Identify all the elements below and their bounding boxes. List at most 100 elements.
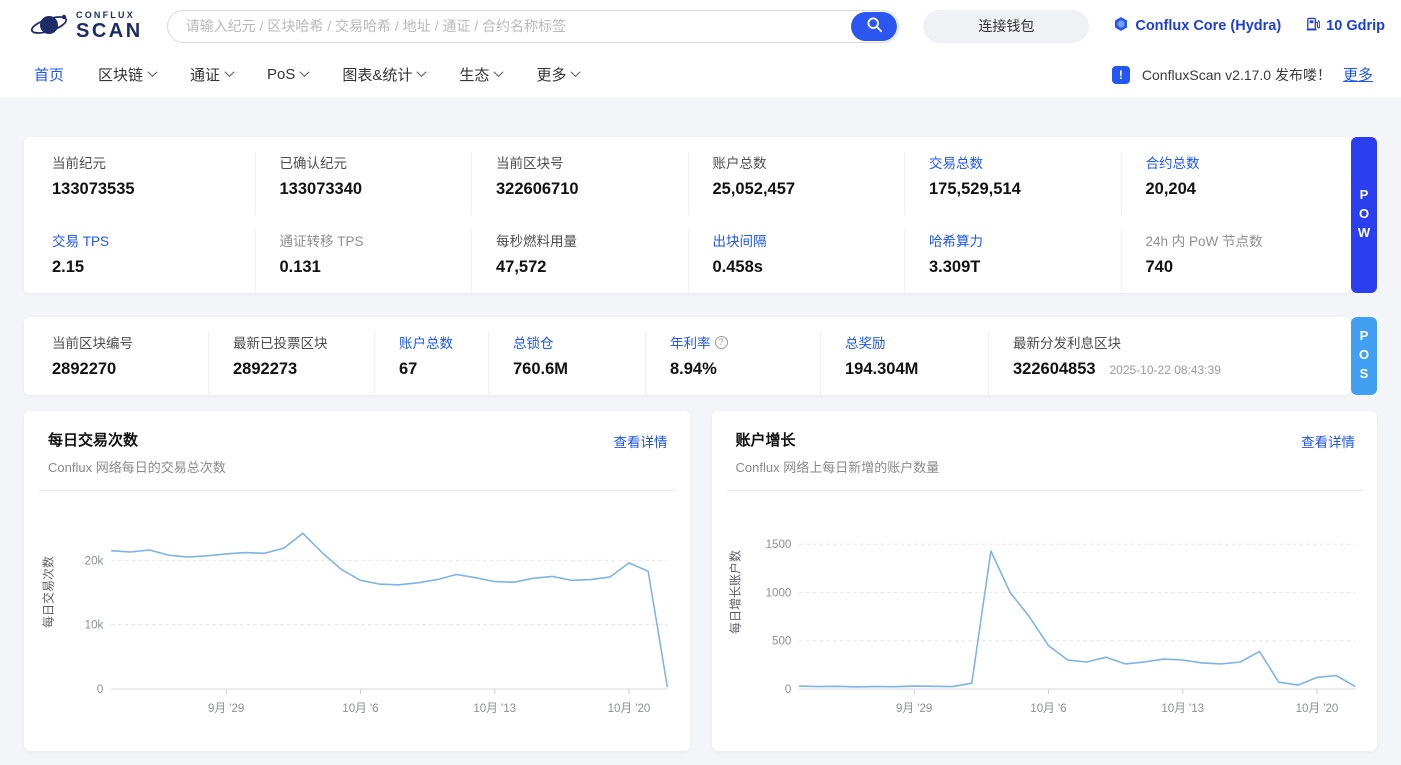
view-details-link[interactable]: 查看详情: [1301, 431, 1355, 451]
stat-label: 已确认纪元: [279, 156, 348, 171]
y-axis-label: 每日交易次数: [41, 556, 56, 629]
nav-item-pos[interactable]: PoS: [267, 66, 310, 83]
svg-text:10月 '20: 10月 '20: [1296, 702, 1339, 715]
search-button[interactable]: [851, 11, 898, 41]
stat-value: 2.15: [52, 258, 85, 276]
gas-pump-icon: [1305, 16, 1321, 36]
svg-text:20k: 20k: [85, 554, 104, 567]
stat-label-link[interactable]: 总奖励: [845, 332, 988, 352]
stat-label: 当前区块号: [496, 156, 564, 171]
announcement-text[interactable]: ConfluxScan v2.17.0 发布喽！: [1142, 65, 1331, 85]
connect-wallet-button[interactable]: 连接钱包: [923, 9, 1090, 43]
pos-last-interest-distribution-block: 最新分发利息区块 322604853 2025-10-22 08:43:39: [988, 332, 1337, 395]
daily-transactions-line-chart: 0 10k 20k 9月 '29 10月 '6 10月 '13 10月 '20: [85, 532, 669, 715]
chevron-down-icon: [493, 66, 504, 77]
stat-transaction-tps: 交易 TPS 2.15: [38, 230, 255, 293]
conflux-network-icon: [1113, 16, 1129, 36]
stat-label: 最新分发利息区块: [1013, 336, 1121, 351]
stat-value: 0.458s: [712, 258, 763, 276]
nav-item-blockchain[interactable]: 区块链: [98, 64, 158, 85]
stat-token-transfer-tps: 通证转移 TPS 0.131: [254, 230, 472, 293]
pos-stats-row: 当前区块编号 2892270 最新已投票区块 2892273 账户总数 67 总…: [24, 317, 1351, 395]
pow-stats-row-2: 交易 TPS 2.15 通证转移 TPS 0.131 每秒燃料用量 47,572…: [24, 215, 1351, 293]
stat-value: 3.309T: [929, 258, 981, 276]
logo-text-bottom: SCAN: [76, 20, 143, 42]
stat-label-link[interactable]: 年利率: [670, 332, 820, 352]
stat-label-link[interactable]: 合约总数: [1146, 152, 1338, 172]
confluxscan-logo[interactable]: CONFLUX SCAN: [28, 9, 143, 44]
svg-text:0: 0: [97, 683, 104, 696]
stat-total-transactions: 交易总数 175,529,514: [904, 152, 1121, 215]
announcement-more-link[interactable]: 更多: [1343, 64, 1373, 85]
stat-label: 通证转移 TPS: [279, 234, 364, 249]
nav-item-home[interactable]: 首页: [34, 64, 64, 85]
nav-item-ecosystem[interactable]: 生态: [459, 64, 504, 85]
chart-body: 每日增长账户数 0 500 1000 1500 9月 '29 10月 '6 10月 '13 1…: [726, 493, 1364, 719]
pos-apy: 年利率 8.94%: [645, 332, 820, 395]
stat-label-link[interactable]: 账户总数: [399, 332, 488, 352]
pos-latest-voted-block: 最新已投票区块 2892273: [208, 332, 374, 395]
main-nav: 首页 区块链 通证 PoS 图表&统计 生态 更多 ConfluxScan v2…: [0, 52, 1401, 97]
gas-price-value: 10 Gdrip: [1326, 18, 1385, 34]
pos-tab[interactable]: POS: [1351, 317, 1377, 395]
stat-confirmed-epoch: 已确认纪元 133073340: [254, 152, 472, 215]
nav-item-tokens[interactable]: 通证: [190, 64, 235, 85]
stat-current-block-number: 当前区块号 322606710: [471, 152, 688, 215]
stat-value: 740: [1145, 258, 1174, 276]
stat-hash-rate: 哈希算力 3.309T: [904, 230, 1121, 293]
stat-label-link[interactable]: 交易 TPS: [52, 230, 255, 250]
dashboard: 当前纪元 133073535 已确认纪元 133073340 当前区块号 322…: [0, 97, 1401, 765]
daily-transactions-card: 每日交易次数 Conflux 网络每日的交易总次数 查看详情 每日交易次数 0 1…: [24, 411, 690, 751]
stat-label: 账户总数: [712, 156, 767, 171]
nav-item-more[interactable]: 更多: [536, 64, 581, 85]
gas-price-indicator[interactable]: 10 Gdrip: [1305, 16, 1385, 36]
pow-tab[interactable]: POW: [1351, 137, 1377, 293]
stat-label: 当前区块编号: [52, 336, 133, 351]
account-growth-card: 账户增长 Conflux 网络上每日新增的账户数量 查看详情 每日增长账户数 0…: [711, 411, 1377, 751]
chart-header: 账户增长 Conflux 网络上每日新增的账户数量 查看详情: [725, 429, 1363, 491]
nav-item-charts-statistics[interactable]: 图表&统计: [342, 64, 427, 85]
stat-label-link[interactable]: 总锁仓: [513, 332, 645, 352]
pos-stats-card: 当前区块编号 2892270 最新已投票区块 2892273 账户总数 67 总…: [24, 317, 1351, 395]
search-icon: [866, 16, 883, 36]
chart-title: 账户增长: [735, 432, 796, 449]
svg-text:10月 '13: 10月 '13: [474, 702, 517, 715]
pow-stats-section: 当前纪元 133073535 已确认纪元 133073340 当前区块号 322…: [24, 137, 1377, 293]
stat-value: 322604853: [1013, 360, 1096, 378]
svg-text:9月 '29: 9月 '29: [896, 702, 932, 715]
svg-text:9月 '29: 9月 '29: [208, 702, 244, 715]
stat-label-link[interactable]: 交易总数: [929, 152, 1121, 172]
stat-value: 760.6M: [513, 360, 569, 378]
search-input[interactable]: [166, 9, 900, 43]
chart-subtitle: Conflux 网络上每日新增的账户数量: [735, 460, 940, 475]
stat-value: 133073340: [279, 180, 363, 198]
pos-total-rewards: 总奖励 194.304M: [820, 332, 988, 395]
pow-stats-card: 当前纪元 133073535 已确认纪元 133073340 当前区块号 322…: [24, 137, 1351, 293]
pos-current-block-number: 当前区块编号 2892270: [38, 332, 208, 395]
network-switcher[interactable]: Conflux Core (Hydra): [1113, 16, 1281, 36]
stat-total-accounts: 账户总数 25,052,457: [687, 152, 905, 215]
nav-label: 图表&统计: [342, 67, 413, 84]
chart-body: 每日交易次数 0 10k 20k 9月 '29 10月 '6 10月 '13 10月 '20: [38, 493, 676, 719]
stat-value: 133073535: [52, 180, 135, 198]
chevron-down-icon: [571, 66, 581, 77]
stat-timestamp: 2025-10-22 08:43:39: [1109, 363, 1221, 377]
logo-text-top: CONFLUX: [76, 10, 135, 20]
chevron-down-icon: [147, 66, 158, 77]
stat-label-link[interactable]: 出块间隔: [713, 230, 905, 250]
announcement-icon: [1111, 65, 1130, 84]
stat-value: 175,529,514: [929, 180, 1021, 198]
view-details-link[interactable]: 查看详情: [614, 431, 668, 451]
stat-label-link[interactable]: 哈希算力: [929, 230, 1121, 250]
svg-text:0: 0: [785, 683, 792, 696]
chart-header: 每日交易次数 Conflux 网络每日的交易总次数 查看详情: [38, 429, 676, 491]
info-icon[interactable]: [714, 335, 728, 349]
stat-value: 20,204: [1145, 180, 1196, 198]
stat-value: 2892273: [233, 360, 298, 378]
nav-label: PoS: [267, 66, 296, 83]
svg-text:10月 '6: 10月 '6: [343, 702, 380, 715]
chevron-down-icon: [416, 66, 427, 77]
svg-text:10月 '13: 10月 '13: [1161, 702, 1204, 715]
account-growth-line-chart: 0 500 1000 1500 9月 '29 10月 '6 10月 '13 10月 '20: [765, 538, 1356, 715]
stat-value: 0.131: [279, 258, 321, 276]
